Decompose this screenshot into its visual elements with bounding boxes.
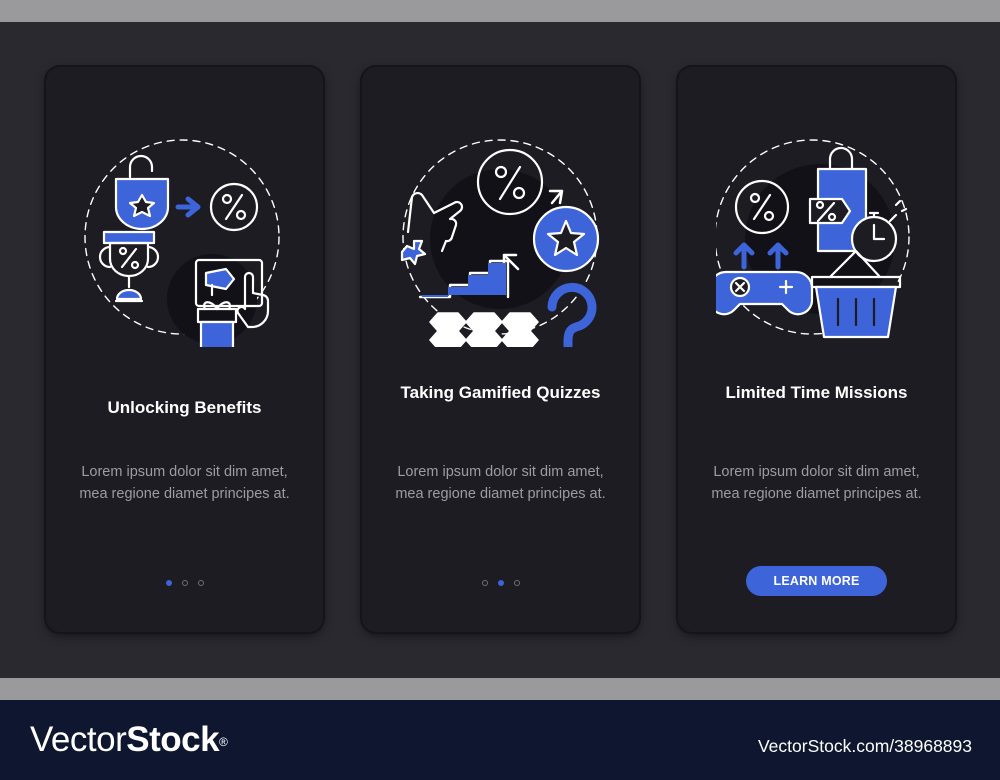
card-title: Taking Gamified Quizzes <box>400 383 601 402</box>
pagination-dots <box>46 574 323 586</box>
percent-icon <box>209 182 259 232</box>
onboarding-card-unlocking-benefits: Unlocking Benefits Lorem ipsum dolor sit… <box>46 67 323 632</box>
image-id-text: VectorStock.com/38968893 <box>757 736 972 756</box>
quiz-option-c: C <box>515 314 525 330</box>
card-body-text: Lorem ipsum dolor sit dim amet, mea regi… <box>395 464 606 502</box>
brand-bold: Stock <box>126 720 220 759</box>
quiz-options: A B C D <box>429 312 539 347</box>
pagination-dot-3[interactable] <box>197 579 204 586</box>
card-body-text: Lorem ipsum dolor sit dim amet, mea regi… <box>711 464 922 502</box>
pagination-dot-3[interactable] <box>513 579 520 586</box>
card-title: Unlocking Benefits <box>107 398 262 417</box>
limited-time-missions-illustration <box>716 139 910 339</box>
star-badge-icon <box>532 205 600 273</box>
onboarding-card-gamified-quizzes: A B C D Taking Gamified Quizzes Lorem ip… <box>362 67 639 632</box>
quiz-option-a: A <box>444 314 454 330</box>
arrow-right-icon <box>175 196 201 218</box>
card-body-text: Lorem ipsum dolor sit dim amet, mea regi… <box>79 464 290 502</box>
learn-more-button[interactable]: LEARN MORE <box>746 566 887 596</box>
pagination-dot-1[interactable] <box>481 579 488 586</box>
onboarding-card-limited-time-missions: Limited Time Missions Lorem ipsum dolor … <box>678 67 955 632</box>
gift-box-icon <box>196 301 238 347</box>
card-title: Limited Time Missions <box>725 383 908 402</box>
quiz-option-d: D <box>515 332 525 347</box>
vectorstock-logo: VectorStock® <box>30 718 228 762</box>
pagination-dot-2[interactable] <box>181 579 188 586</box>
quiz-option-b: B <box>444 332 453 347</box>
watermark-footer: VectorStock® VectorStock.com/38968893 <box>0 700 1000 780</box>
unlocking-benefits-illustration <box>84 139 280 347</box>
pagination-dots <box>362 574 639 586</box>
pagination-dot-2[interactable] <box>497 579 504 586</box>
padlock-star-icon <box>114 154 170 231</box>
question-mark-icon <box>547 282 597 347</box>
gamified-quizzes-illustration: A B C D <box>400 139 600 347</box>
pagination-dot-1[interactable] <box>165 579 172 586</box>
trophy-percent-icon <box>98 230 160 303</box>
onboarding-stage: Unlocking Benefits Lorem ipsum dolor sit… <box>0 22 1000 678</box>
gamepad-icon <box>716 270 814 316</box>
brand-mark: ® <box>219 735 228 749</box>
brand-light: Vector <box>30 720 127 759</box>
